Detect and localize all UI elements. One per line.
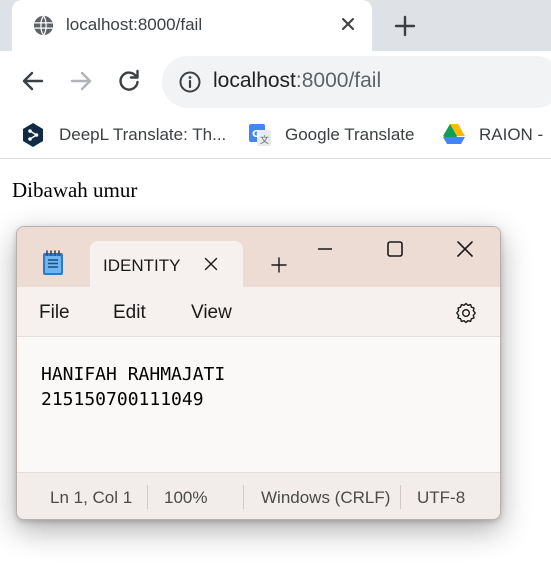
browser-tab-title: localhost:8000/fail xyxy=(66,15,203,34)
bookmark-label: DeepL Translate: Th... xyxy=(59,125,227,144)
page-body-text: Dibawah umur xyxy=(12,178,138,202)
menu-file[interactable]: File xyxy=(39,302,70,324)
menu-edit[interactable]: Edit xyxy=(113,302,146,324)
status-line-ending[interactable]: Windows (CRLF) xyxy=(261,488,390,508)
new-tab-icon[interactable] xyxy=(392,13,418,39)
close-icon[interactable] xyxy=(337,13,359,35)
bookmark-label: Google Translate xyxy=(285,125,415,144)
browser-toolbar: localhost:8000/fail xyxy=(0,51,551,111)
globe-icon xyxy=(33,15,54,36)
reload-icon[interactable] xyxy=(116,68,142,94)
url-text[interactable]: localhost:8000/fail xyxy=(213,69,381,93)
deepl-icon xyxy=(23,123,43,147)
status-zoom[interactable]: 100% xyxy=(164,488,207,508)
svg-text:G: G xyxy=(252,129,260,140)
status-divider xyxy=(147,485,148,509)
svg-text:文: 文 xyxy=(260,134,269,146)
text-line: 215150700111049 xyxy=(41,389,204,410)
url-path: :8000/fail xyxy=(295,69,382,92)
url-host: localhost xyxy=(213,69,296,92)
minimize-icon[interactable] xyxy=(314,238,336,260)
maximize-icon[interactable] xyxy=(384,238,406,260)
notepad-titlebar[interactable]: IDENTITY xyxy=(17,227,500,288)
notepad-statusbar: Ln 1, Col 1 100% Windows (CRLF) UTF-8 xyxy=(17,472,500,519)
window-close-icon[interactable] xyxy=(454,238,476,260)
notepad-app-icon xyxy=(43,250,63,275)
notepad-menubar: File Edit View xyxy=(17,287,500,337)
back-arrow-icon[interactable] xyxy=(20,68,46,94)
bookmarks-bar: DeepL Translate: Th... G 文 Google Transl… xyxy=(0,111,551,159)
browser-tab[interactable]: localhost:8000/fail xyxy=(12,0,372,51)
google-drive-icon xyxy=(443,124,465,144)
notepad-tab-title: IDENTITY xyxy=(103,256,181,275)
info-icon[interactable] xyxy=(178,70,202,94)
status-divider xyxy=(400,485,401,509)
status-divider xyxy=(243,485,244,509)
close-icon[interactable] xyxy=(203,256,219,272)
browser-tabstrip: localhost:8000/fail xyxy=(0,0,551,51)
google-translate-icon: G 文 xyxy=(249,124,271,146)
notepad-text-area[interactable]: HANIFAH RAHMAJATI 215150700111049 xyxy=(17,337,500,472)
text-line: HANIFAH RAHMAJATI xyxy=(41,364,226,385)
address-bar[interactable]: localhost:8000/fail xyxy=(162,56,551,108)
bookmark-label: RAION - xyxy=(479,125,544,144)
menu-view[interactable]: View xyxy=(191,302,232,324)
forward-arrow-icon[interactable] xyxy=(68,68,94,94)
plus-icon[interactable] xyxy=(270,256,288,274)
settings-gear-icon[interactable] xyxy=(454,301,478,325)
notepad-tab[interactable]: IDENTITY xyxy=(90,241,243,288)
notepad-window: IDENTITY File Edit View HANIFAH RAHMAJAT… xyxy=(16,226,501,520)
status-cursor-position[interactable]: Ln 1, Col 1 xyxy=(50,488,132,508)
status-encoding[interactable]: UTF-8 xyxy=(417,488,465,508)
